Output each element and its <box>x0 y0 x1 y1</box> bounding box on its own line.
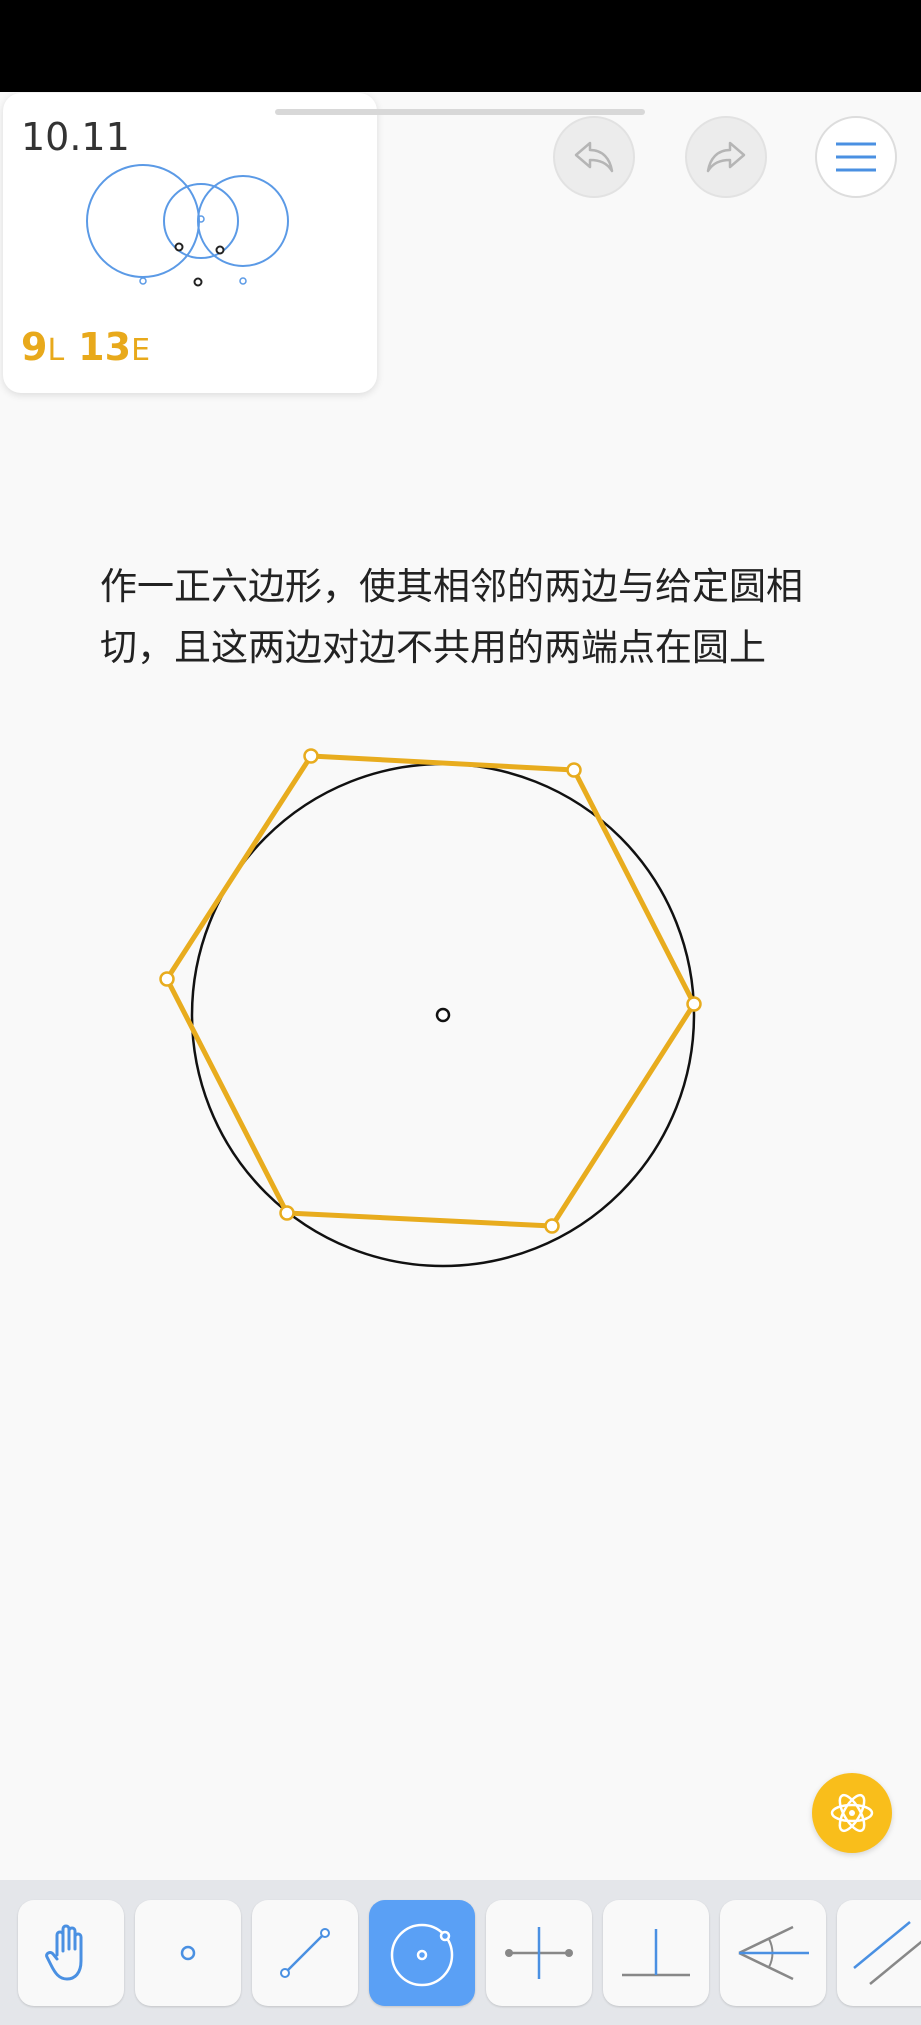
drag-handle[interactable] <box>275 109 645 115</box>
circle-tool-icon <box>390 1923 454 1987</box>
hexagon-vertex[interactable] <box>686 996 702 1012</box>
lines-unit: L <box>47 333 65 368</box>
undo-arrow-icon <box>574 141 614 173</box>
hamburger-menu-icon <box>836 142 876 172</box>
tool-bar <box>0 1880 921 2025</box>
hexagon-vertex[interactable] <box>566 762 582 778</box>
tool-angle-bisector[interactable] <box>720 1900 826 2006</box>
elements-unit: E <box>131 333 151 368</box>
tool-line-segment[interactable] <box>252 1900 358 2006</box>
atom-icon <box>830 1793 874 1833</box>
level-score: 9L 13E <box>21 325 164 369</box>
tool-circle[interactable] <box>369 1900 475 2006</box>
hexagon[interactable] <box>164 753 697 1229</box>
hexagon-vertex[interactable] <box>303 748 319 764</box>
angle-bisector-icon <box>738 1925 809 1981</box>
redo-button[interactable] <box>685 116 767 198</box>
hexagon-vertex[interactable] <box>544 1218 560 1234</box>
tool-parallel[interactable] <box>837 1900 921 2006</box>
level-thumbnail <box>86 164 289 287</box>
elements-count: 13 <box>78 325 132 369</box>
parallel-lines-icon <box>853 1921 921 1985</box>
hand-icon <box>45 1924 83 1981</box>
menu-button[interactable] <box>815 116 897 198</box>
line-segment-icon <box>280 1928 330 1978</box>
perpendicular-icon <box>622 1929 690 1977</box>
tool-perpendicular[interactable] <box>603 1900 709 2006</box>
hint-button[interactable] <box>812 1773 892 1853</box>
lines-count: 9 <box>21 325 48 369</box>
hexagon-vertex[interactable] <box>279 1205 295 1221</box>
perpendicular-bisector-icon <box>505 1927 573 1979</box>
undo-button[interactable] <box>553 116 635 198</box>
redo-arrow-icon <box>706 141 746 173</box>
level-card[interactable]: 10.11 9L 13E <box>3 93 377 393</box>
tool-point[interactable] <box>135 1900 241 2006</box>
hexagon-vertex[interactable] <box>159 971 175 987</box>
tool-move-hand[interactable] <box>18 1900 124 2006</box>
status-bar <box>0 0 921 92</box>
tool-perpendicular-bisector[interactable] <box>486 1900 592 2006</box>
construction-canvas[interactable] <box>0 600 921 1360</box>
point-icon <box>180 1945 196 1961</box>
circle-center-point[interactable] <box>435 1007 451 1023</box>
